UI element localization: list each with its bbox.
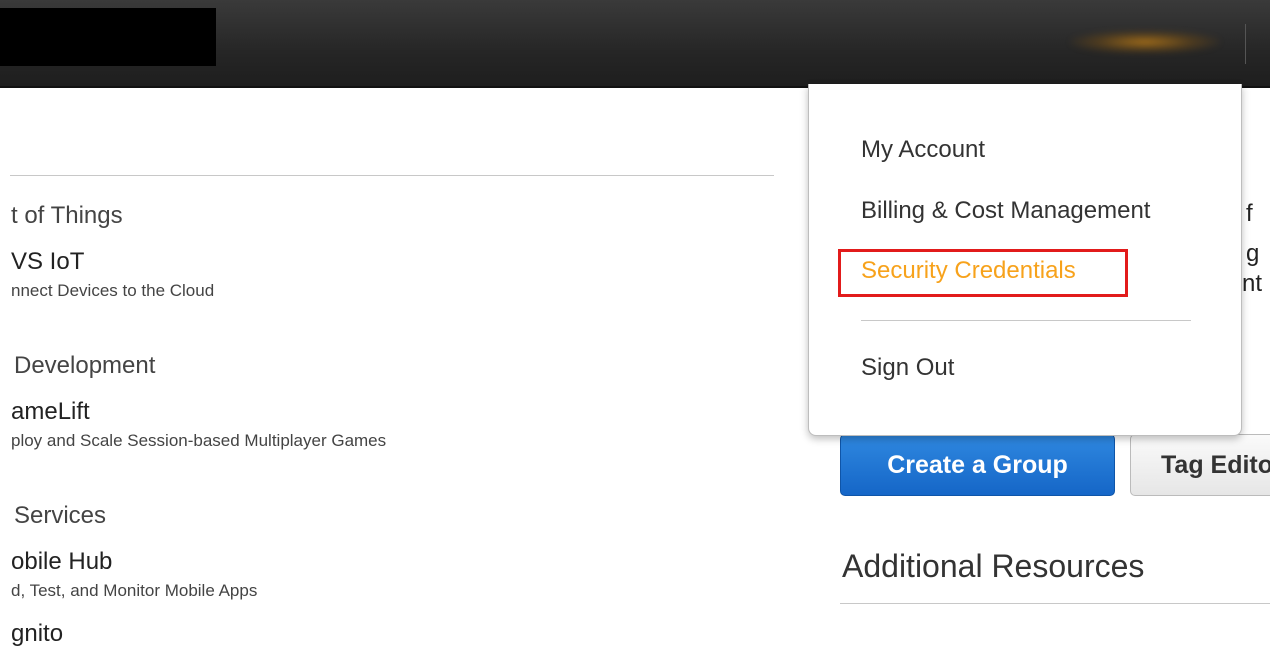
partially-hidden-text: g — [1246, 240, 1260, 267]
redacted-logo — [0, 8, 216, 66]
create-group-button[interactable]: Create a Group — [840, 434, 1115, 496]
partially-hidden-text: nt — [1242, 270, 1263, 297]
menu-item-my-account[interactable]: My Account — [861, 136, 985, 164]
category-heading-game-development: Development — [14, 352, 156, 379]
service-description: ploy and Scale Session-based Multiplayer… — [11, 431, 387, 450]
nav-divider — [1245, 24, 1246, 64]
category-heading-mobile-services: Services — [14, 502, 107, 529]
tag-editor-button[interactable]: Tag Editor — [1130, 434, 1270, 496]
account-dropdown-menu: My Account Billing & Cost Management Sec… — [808, 84, 1242, 436]
section-divider — [10, 175, 774, 176]
top-navigation-bar — [0, 0, 1270, 88]
service-description: nnect Devices to the Cloud — [11, 281, 215, 300]
menu-item-billing-cost-management[interactable]: Billing & Cost Management — [861, 197, 1150, 225]
section-divider — [840, 603, 1270, 604]
menu-divider — [861, 320, 1191, 321]
service-description: d, Test, and Monitor Mobile Apps — [11, 581, 258, 600]
menu-item-sign-out[interactable]: Sign Out — [861, 354, 954, 382]
category-heading-internet-of-things: t of Things — [11, 202, 123, 229]
additional-resources-heading: Additional Resources — [842, 548, 1145, 584]
service-link-mobile-hub[interactable]: obile Hub — [11, 548, 112, 576]
partially-hidden-text: f — [1246, 200, 1253, 227]
service-link-cognito[interactable]: gnito — [11, 620, 63, 648]
menu-item-security-credentials[interactable]: Security Credentials — [861, 257, 1076, 285]
service-link-aws-iot[interactable]: VS IoT — [11, 248, 84, 276]
service-link-gamelift[interactable]: ameLift — [11, 398, 90, 426]
account-menu-button[interactable] — [1070, 30, 1220, 54]
